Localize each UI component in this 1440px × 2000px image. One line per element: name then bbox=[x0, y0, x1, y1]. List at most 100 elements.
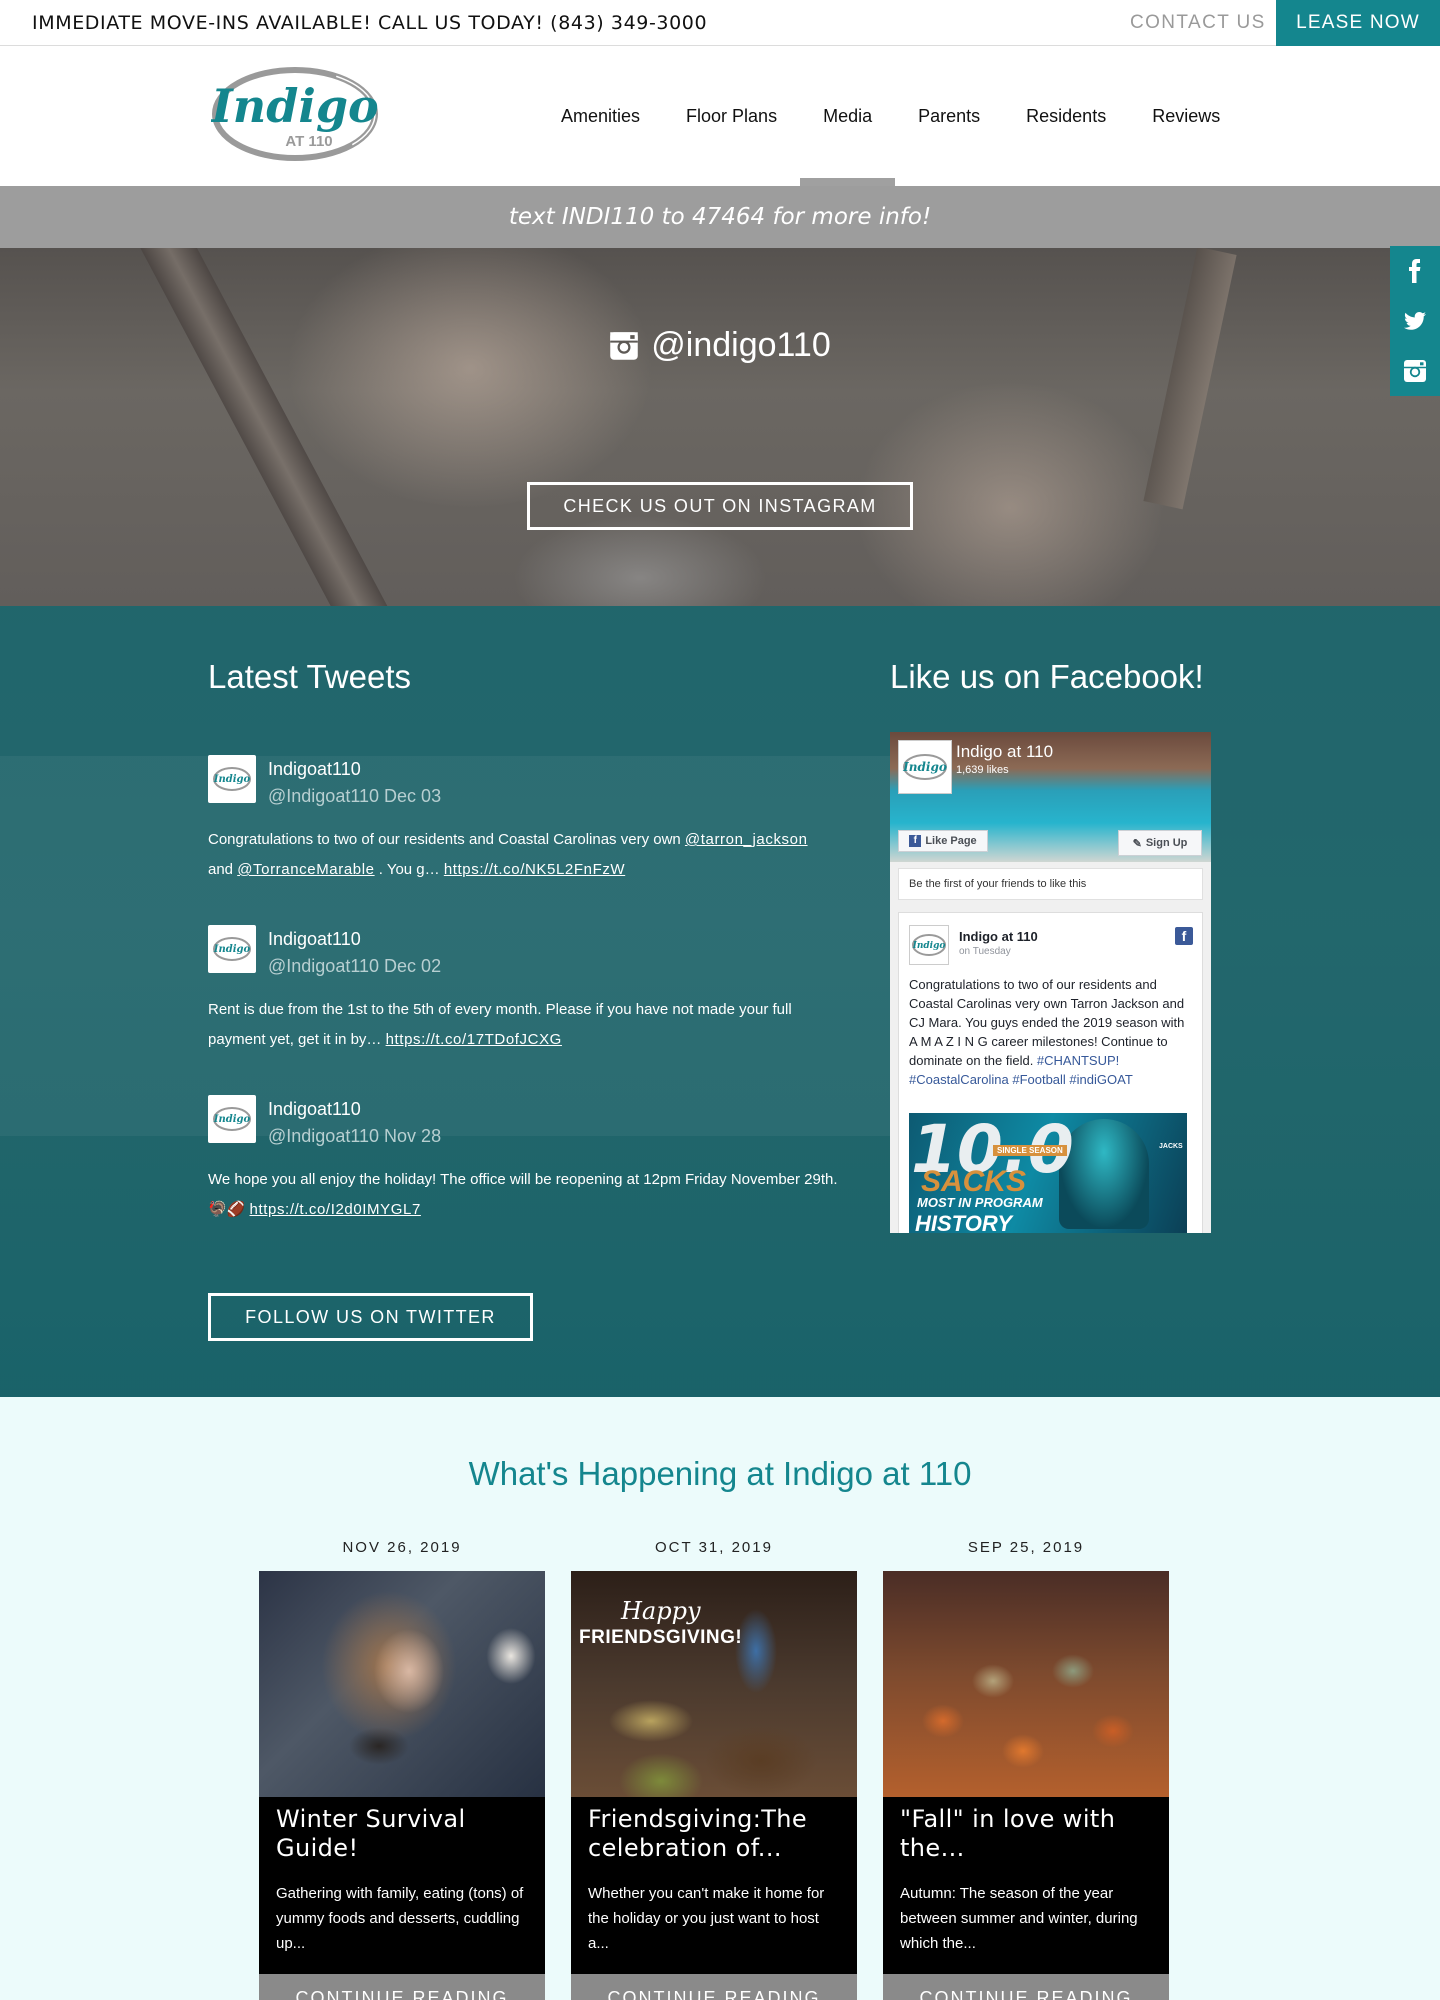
logo-main-text: Indigo bbox=[211, 79, 379, 133]
blog-title[interactable]: Winter Survival Guide! bbox=[276, 1805, 528, 1863]
nav-parents[interactable]: Parents bbox=[895, 46, 1003, 186]
instagram-icon bbox=[1404, 360, 1426, 382]
avatar-logo-text: Indigo bbox=[213, 774, 251, 785]
blog-excerpt: Autumn: The season of the year between s… bbox=[900, 1885, 1138, 1952]
blog-content: Winter Survival Guide! Gathering with fa… bbox=[259, 1797, 545, 1974]
post-time[interactable]: on Tuesday bbox=[959, 946, 1011, 957]
hero-photo-detail bbox=[140, 248, 410, 606]
post-image[interactable]: 10.0 SINGLE SEASON SACKS MOST IN PROGRAM… bbox=[909, 1113, 1187, 1233]
continue-reading-button[interactable]: CONTINUE READING bbox=[259, 1974, 545, 2000]
post-avatar[interactable]: Indigo bbox=[909, 925, 949, 965]
tweet-text: Congratulations to two of our residents … bbox=[208, 831, 685, 848]
blog-date: OCT 31, 2019 bbox=[655, 1539, 773, 1556]
continue-reading-button[interactable]: CONTINUE READING bbox=[883, 1974, 1169, 2000]
tweet-author[interactable]: Indigoat110 bbox=[268, 759, 361, 780]
tweet-mention[interactable]: @TorranceMarable bbox=[237, 861, 374, 878]
blog-image[interactable] bbox=[883, 1571, 1169, 1797]
instagram-button[interactable]: CHECK US OUT ON INSTAGRAM bbox=[527, 482, 913, 530]
blog-content: Friendsgiving:The celebration of... Whet… bbox=[571, 1797, 857, 1974]
text-banner-message: text INDI110 to 47464 for more info! bbox=[508, 204, 932, 230]
tweet-body: Rent is due from the 1st to the 5th of e… bbox=[208, 995, 848, 1055]
blog-card: OCT 31, 2019 Happy FRIENDSGIVING! Friend… bbox=[571, 1539, 857, 2000]
logo-sub-text: AT 110 bbox=[285, 133, 332, 150]
main-nav: Amenities Floor Plans Media Parents Resi… bbox=[538, 46, 1243, 186]
nav-media[interactable]: Media bbox=[800, 46, 896, 186]
tweet-mention[interactable]: @tarron_jackson bbox=[685, 831, 808, 848]
tweet-text: . You g… bbox=[374, 861, 444, 878]
blog-image-caption: Happy bbox=[621, 1597, 701, 1625]
tweet-link[interactable]: https://t.co/I2d0IMYGL7 bbox=[250, 1201, 421, 1218]
pencil-icon: ✎ bbox=[1132, 837, 1142, 850]
post-image-badge: SINGLE SEASON bbox=[993, 1145, 1067, 1156]
tweet-date: Dec 03 bbox=[384, 786, 442, 806]
instagram-handle-text: @indigo110 bbox=[651, 326, 831, 364]
facebook-link[interactable] bbox=[1390, 246, 1440, 296]
blog-image[interactable]: Happy FRIENDSGIVING! bbox=[571, 1571, 857, 1797]
tweet-body: We hope you all enjoy the holiday! The o… bbox=[208, 1165, 848, 1225]
blog-date: NOV 26, 2019 bbox=[342, 1539, 462, 1556]
facebook-widget: Indigo Indigo at 110 1,639 likes f Like … bbox=[890, 732, 1211, 1233]
post-author[interactable]: Indigo at 110 bbox=[959, 929, 1038, 944]
facebook-small-icon: f bbox=[909, 835, 922, 847]
sign-up-label: Sign Up bbox=[1145, 837, 1188, 849]
contact-us-link[interactable]: CONTACT US bbox=[1130, 12, 1266, 34]
tweet-avatar[interactable]: Indigo bbox=[208, 1095, 256, 1143]
social-sidebar bbox=[1390, 246, 1440, 396]
instagram-handle[interactable]: @indigo110 bbox=[0, 326, 1440, 365]
blog-image-caption: FRIENDSGIVING! bbox=[579, 1627, 743, 1648]
tweet-author[interactable]: Indigoat110 bbox=[268, 929, 361, 950]
text-banner: text INDI110 to 47464 for more info! bbox=[0, 186, 1440, 248]
tweet-avatar[interactable]: Indigo bbox=[208, 925, 256, 973]
social-feeds-section: Latest Tweets Like us on Facebook! Indig… bbox=[0, 606, 1440, 1397]
like-page-label: Like Page bbox=[925, 835, 977, 847]
tweets-title: Latest Tweets bbox=[208, 658, 412, 695]
tweet-link[interactable]: https://t.co/17TDofJCXG bbox=[386, 1031, 562, 1048]
blog-title[interactable]: Friendsgiving:The celebration of... bbox=[588, 1805, 840, 1863]
top-bar: IMMEDIATE MOVE-INS AVAILABLE! CALL US TO… bbox=[0, 0, 1440, 46]
logo[interactable]: Indigo AT 110 bbox=[209, 62, 379, 164]
tweet-date: Dec 02 bbox=[384, 956, 442, 976]
facebook-like-button[interactable]: f Like Page bbox=[898, 830, 988, 852]
facebook-post: Indigo Indigo at 110 on Tuesday f Congra… bbox=[898, 912, 1203, 1233]
blog-date: SEP 25, 2019 bbox=[967, 1539, 1085, 1556]
post-image-caption: MOST IN PROGRAM bbox=[917, 1195, 1043, 1210]
tweet-author[interactable]: Indigoat110 bbox=[268, 1099, 361, 1120]
background-photo bbox=[0, 756, 900, 1136]
post-image-jersey: JACKS bbox=[1159, 1143, 1183, 1150]
instagram-link[interactable] bbox=[1390, 346, 1440, 396]
blog-excerpt: Whether you can't make it home for the h… bbox=[588, 1885, 825, 1952]
hero-photo-detail bbox=[1143, 248, 1237, 510]
facebook-icon[interactable]: f bbox=[1175, 927, 1193, 945]
follow-twitter-button[interactable]: FOLLOW US ON TWITTER bbox=[208, 1293, 533, 1341]
nav-reviews[interactable]: Reviews bbox=[1129, 46, 1243, 186]
nav-residents[interactable]: Residents bbox=[1003, 46, 1129, 186]
post-image-history: HISTORY bbox=[915, 1211, 1012, 1233]
blog-card: SEP 25, 2019 "Fall" in love with the... … bbox=[883, 1539, 1169, 2000]
tweet-handle[interactable]: @Indigoat110 bbox=[268, 786, 379, 806]
tweet-avatar[interactable]: Indigo bbox=[208, 755, 256, 803]
blog-card: NOV 26, 2019 Winter Survival Guide! Gath… bbox=[259, 1539, 545, 2000]
facebook-friends-text: Be the first of your friends to like thi… bbox=[898, 868, 1203, 900]
continue-reading-button[interactable]: CONTINUE READING bbox=[571, 1974, 857, 2000]
nav-amenities[interactable]: Amenities bbox=[538, 46, 663, 186]
site-header: Indigo AT 110 Amenities Floor Plans Medi… bbox=[0, 46, 1440, 186]
instagram-icon bbox=[610, 331, 639, 360]
tweet-link[interactable]: https://t.co/NK5L2FnFzW bbox=[444, 861, 625, 878]
blog-title[interactable]: "Fall" in love with the... bbox=[900, 1805, 1152, 1863]
facebook-page-name[interactable]: Indigo at 110 bbox=[956, 742, 1053, 762]
tweet-date: Nov 28 bbox=[384, 1126, 442, 1146]
blog-image[interactable] bbox=[259, 1571, 545, 1797]
happening-title: What's Happening at Indigo at 110 bbox=[468, 1455, 972, 1492]
facebook-page-logo[interactable]: Indigo bbox=[898, 740, 952, 794]
twitter-link[interactable] bbox=[1390, 296, 1440, 346]
facebook-signup-button[interactable]: ✎ Sign Up bbox=[1118, 830, 1202, 856]
facebook-cover[interactable]: Indigo Indigo at 110 1,639 likes f Like … bbox=[890, 732, 1211, 862]
lease-now-button[interactable]: LEASE NOW bbox=[1276, 0, 1440, 46]
blog-content: "Fall" in love with the... Autumn: The s… bbox=[883, 1797, 1169, 1974]
facebook-likes: 1,639 likes bbox=[956, 764, 1009, 776]
promo-text: IMMEDIATE MOVE-INS AVAILABLE! CALL US TO… bbox=[32, 12, 708, 34]
tweet-handle[interactable]: @Indigoat110 bbox=[268, 956, 379, 976]
nav-floor-plans[interactable]: Floor Plans bbox=[663, 46, 800, 186]
avatar-logo-text: Indigo bbox=[213, 1114, 251, 1125]
tweet-handle[interactable]: @Indigoat110 bbox=[268, 1126, 379, 1146]
